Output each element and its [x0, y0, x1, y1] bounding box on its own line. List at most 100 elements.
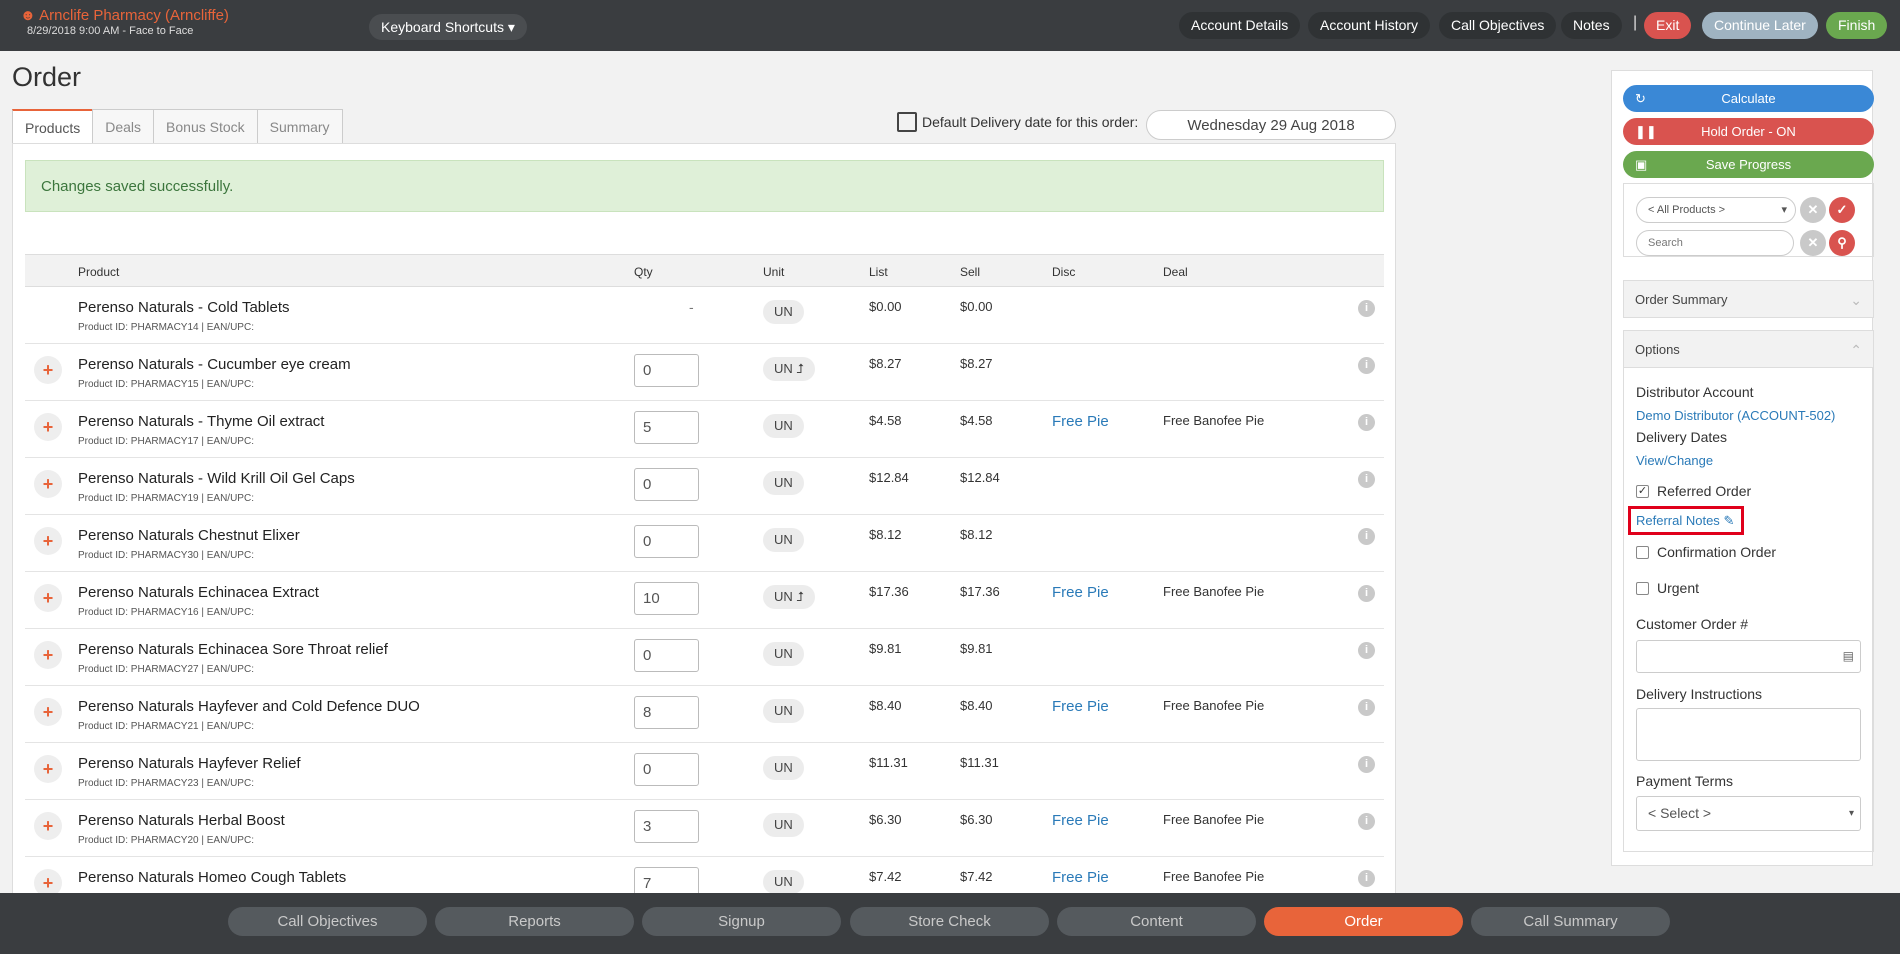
- store-name[interactable]: ☻ Arnclife Pharmacy (Arncliffe): [20, 7, 229, 24]
- nav-store-check[interactable]: Store Check: [850, 907, 1049, 936]
- referred-order-checkbox[interactable]: ✓: [1636, 485, 1649, 498]
- info-icon[interactable]: i: [1358, 528, 1375, 545]
- options-header[interactable]: Options ⌃: [1623, 330, 1874, 368]
- qty-input[interactable]: 8: [634, 696, 699, 729]
- header-unit[interactable]: Unit: [763, 265, 784, 279]
- delivery-date-field[interactable]: Wednesday 29 Aug 2018: [1146, 110, 1396, 140]
- referral-notes-link[interactable]: Referral Notes ✎: [1636, 513, 1734, 529]
- payment-terms-select[interactable]: < Select > ▾: [1636, 796, 1861, 831]
- nav-reports[interactable]: Reports: [435, 907, 634, 936]
- nav-call-summary[interactable]: Call Summary: [1471, 907, 1670, 936]
- nav-call-objectives[interactable]: Call Objectives: [228, 907, 427, 936]
- plus-icon[interactable]: +: [34, 584, 62, 612]
- disc-link[interactable]: Free Pie: [1052, 413, 1109, 430]
- finish-button[interactable]: Finish: [1826, 12, 1888, 39]
- disc-link[interactable]: Free Pie: [1052, 584, 1109, 601]
- separator: |: [1633, 14, 1638, 31]
- unit-badge[interactable]: UN: [763, 642, 804, 666]
- header-disc[interactable]: Disc: [1052, 265, 1075, 279]
- keyboard-shortcuts-button[interactable]: Keyboard Shortcuts ▾: [369, 14, 527, 40]
- list-price: $17.36: [869, 584, 909, 599]
- distributor-account-link[interactable]: Demo Distributor (ACCOUNT-502): [1636, 408, 1835, 423]
- clear-filter-icon[interactable]: ✕: [1800, 197, 1826, 223]
- clear-search-icon[interactable]: ✕: [1800, 230, 1826, 256]
- plus-icon[interactable]: +: [34, 698, 62, 726]
- info-icon[interactable]: i: [1358, 585, 1375, 602]
- account-history-button[interactable]: Account History: [1308, 12, 1431, 39]
- urgent-checkbox[interactable]: [1636, 582, 1649, 595]
- search-input[interactable]: Search: [1636, 230, 1794, 256]
- disc-link[interactable]: Free Pie: [1052, 812, 1109, 829]
- calculate-button[interactable]: ↻ Calculate: [1623, 85, 1874, 112]
- unit-badge[interactable]: UN: [763, 699, 804, 723]
- unit-badge[interactable]: UN: [763, 813, 804, 837]
- table-row: Perenso Naturals - Cold Tablets Product …: [25, 287, 1384, 344]
- info-icon[interactable]: i: [1358, 357, 1375, 374]
- header-qty[interactable]: Qty: [634, 265, 653, 279]
- delivery-instructions-textarea[interactable]: [1636, 708, 1861, 761]
- tab-bonus-stock[interactable]: Bonus Stock: [153, 109, 258, 144]
- disc-link[interactable]: Free Pie: [1052, 698, 1109, 715]
- unit-badge[interactable]: UN: [763, 528, 804, 552]
- nav-content[interactable]: Content: [1057, 907, 1256, 936]
- plus-icon[interactable]: +: [34, 413, 62, 441]
- info-icon[interactable]: i: [1358, 756, 1375, 773]
- qty-input[interactable]: 0: [634, 639, 699, 672]
- plus-icon[interactable]: +: [34, 470, 62, 498]
- qty-input[interactable]: 0: [634, 753, 699, 786]
- customer-order-input[interactable]: ▤: [1636, 640, 1861, 673]
- disc-link[interactable]: Free Pie: [1052, 869, 1109, 886]
- info-icon[interactable]: i: [1358, 300, 1375, 317]
- qty-input[interactable]: 5: [634, 411, 699, 444]
- continue-later-button[interactable]: Continue Later: [1702, 12, 1818, 39]
- unit-badge[interactable]: UN: [763, 414, 804, 438]
- unit-badge[interactable]: UN ⮥: [763, 357, 816, 381]
- sell-price: $8.12: [960, 527, 993, 542]
- confirmation-order-checkbox[interactable]: [1636, 546, 1649, 559]
- plus-icon[interactable]: +: [34, 812, 62, 840]
- header-sell[interactable]: Sell: [960, 265, 980, 279]
- account-details-button[interactable]: Account Details: [1179, 12, 1301, 39]
- qty-input[interactable]: 3: [634, 810, 699, 843]
- search-icon[interactable]: ⚲: [1829, 230, 1855, 256]
- info-icon[interactable]: i: [1358, 813, 1375, 830]
- product-filter-select[interactable]: < All Products > ▾: [1636, 197, 1796, 223]
- qty-input[interactable]: 0: [634, 468, 699, 501]
- unit-badge[interactable]: UN: [763, 471, 804, 495]
- unit-badge[interactable]: UN: [763, 756, 804, 780]
- call-objectives-button[interactable]: Call Objectives: [1439, 12, 1557, 39]
- save-icon: ▣: [1635, 157, 1648, 172]
- unit-badge[interactable]: UN ⮥: [763, 585, 816, 609]
- header-list[interactable]: List: [869, 265, 888, 279]
- tab-deals[interactable]: Deals: [92, 109, 155, 144]
- product-name: Perenso Naturals Hayfever and Cold Defen…: [78, 698, 420, 715]
- exit-button[interactable]: Exit: [1644, 12, 1692, 39]
- header-product[interactable]: Product: [78, 265, 119, 279]
- nav-signup[interactable]: Signup: [642, 907, 841, 936]
- plus-icon[interactable]: +: [34, 755, 62, 783]
- apply-filter-icon[interactable]: ✓: [1829, 197, 1855, 223]
- tab-summary[interactable]: Summary: [256, 109, 343, 144]
- nav-order[interactable]: Order: [1264, 907, 1463, 936]
- plus-icon[interactable]: +: [34, 527, 62, 555]
- info-icon[interactable]: i: [1358, 870, 1375, 887]
- plus-icon[interactable]: +: [34, 356, 62, 384]
- delivery-dates-link[interactable]: View/Change: [1636, 453, 1713, 468]
- info-icon[interactable]: i: [1358, 642, 1375, 659]
- notes-button[interactable]: Notes: [1561, 12, 1622, 39]
- qty-input[interactable]: 0: [634, 525, 699, 558]
- info-icon[interactable]: i: [1358, 471, 1375, 488]
- info-icon[interactable]: i: [1358, 699, 1375, 716]
- info-icon[interactable]: i: [1358, 414, 1375, 431]
- save-progress-button[interactable]: ▣ Save Progress: [1623, 151, 1874, 178]
- delivery-date-label: Default Delivery date for this order:: [922, 114, 1139, 130]
- hold-order-button[interactable]: ❚❚ Hold Order - ON: [1623, 118, 1874, 145]
- unit-badge[interactable]: UN: [763, 300, 804, 324]
- unit-badge[interactable]: UN: [763, 870, 804, 894]
- header-deal[interactable]: Deal: [1163, 265, 1188, 279]
- qty-input[interactable]: 10: [634, 582, 699, 615]
- qty-input[interactable]: 0: [634, 354, 699, 387]
- plus-icon[interactable]: +: [34, 641, 62, 669]
- order-summary-header[interactable]: Order Summary ⌄: [1623, 280, 1874, 318]
- tab-products[interactable]: Products: [12, 109, 94, 144]
